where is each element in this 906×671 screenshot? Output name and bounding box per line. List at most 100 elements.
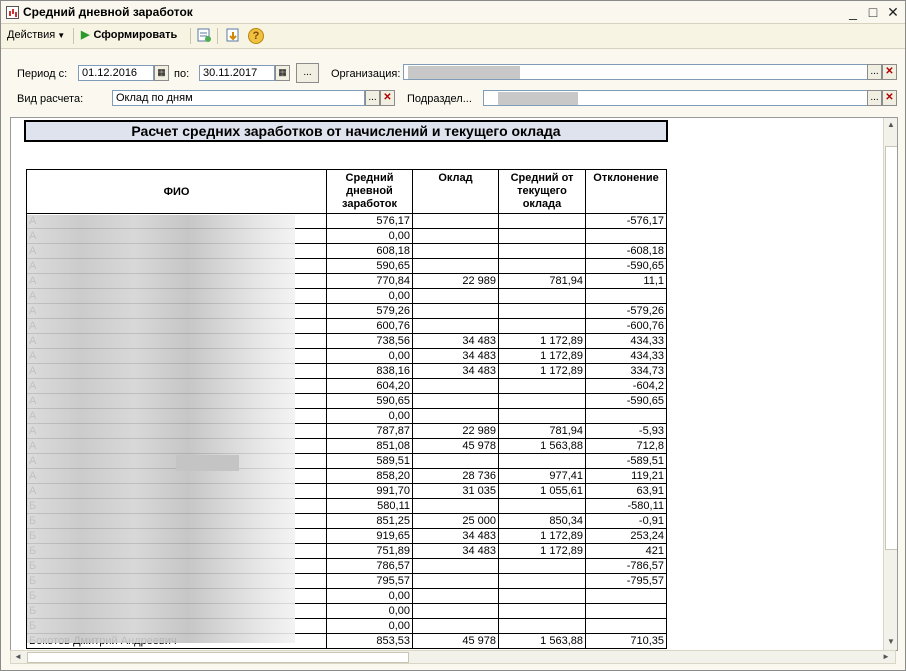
vertical-scrollbar[interactable]: ▲ ▼	[883, 118, 897, 650]
generate-report-button[interactable]: ▶ Сформировать	[81, 28, 177, 41]
cell-deviation	[585, 588, 667, 604]
cell-salary	[412, 573, 499, 589]
calc-type-clear-icon[interactable]: ✕	[380, 90, 395, 106]
cell-avg: 0,00	[326, 348, 413, 364]
scroll-right-icon[interactable]: ►	[879, 651, 893, 663]
cell-avg: 604,20	[326, 378, 413, 394]
report-app-icon	[6, 6, 19, 19]
cell-salary	[412, 243, 499, 259]
cell-avg: 858,20	[326, 468, 413, 484]
cell-avg-current: 1 172,89	[498, 333, 586, 349]
generate-label: Сформировать	[93, 29, 178, 41]
cell-salary: 22 989	[412, 273, 499, 289]
cell-deviation: -604,2	[585, 378, 667, 394]
actions-menu-button[interactable]: Действия ▼	[7, 29, 65, 41]
period-to-field[interactable]: 30.11.2017	[199, 65, 275, 81]
scroll-up-icon[interactable]: ▲	[884, 118, 897, 132]
period-to-label: по:	[174, 68, 190, 80]
cell-avg-current: 1 172,89	[498, 528, 586, 544]
cell-avg-current: 977,41	[498, 468, 586, 484]
cell-deviation: -589,51	[585, 453, 667, 469]
cell-deviation	[585, 603, 667, 619]
organization-label: Организация:	[331, 68, 401, 80]
cell-salary	[412, 393, 499, 409]
period-select-button[interactable]: ...	[296, 63, 319, 83]
period-from-field[interactable]: 01.12.2016	[78, 65, 154, 81]
cell-avg-current	[498, 573, 586, 589]
help-icon[interactable]: ?	[248, 28, 264, 44]
redacted-organization	[408, 66, 520, 79]
cell-deviation	[585, 618, 667, 634]
cell-salary	[412, 618, 499, 634]
save-settings-icon[interactable]	[225, 27, 241, 43]
column-header-avg-current: Средний от текущего оклада	[498, 169, 586, 214]
cell-avg-current	[498, 408, 586, 424]
cell-deviation: 253,24	[585, 528, 667, 544]
toolbar-divider	[190, 28, 191, 44]
scroll-down-icon[interactable]: ▼	[884, 635, 897, 649]
cell-avg: 0,00	[326, 228, 413, 244]
cell-avg: 851,08	[326, 438, 413, 454]
report-spreadsheet[interactable]: Расчет средних заработков от начислений …	[10, 117, 898, 651]
cell-avg-current	[498, 558, 586, 574]
cell-avg-current	[498, 618, 586, 634]
cell-deviation	[585, 228, 667, 244]
calc-type-field[interactable]: Оклад по дням	[112, 90, 365, 106]
cell-salary: 45 978	[412, 633, 499, 649]
cell-salary: 28 736	[412, 468, 499, 484]
cell-deviation: 712,8	[585, 438, 667, 454]
organization-select-button[interactable]: ...	[867, 64, 882, 80]
organization-clear-icon[interactable]: ✕	[882, 64, 897, 80]
cell-deviation: 710,35	[585, 633, 667, 649]
cell-avg-current	[498, 243, 586, 259]
cell-deviation: -786,57	[585, 558, 667, 574]
cell-deviation: 421	[585, 543, 667, 559]
cell-deviation: -608,18	[585, 243, 667, 259]
cell-salary	[412, 303, 499, 319]
redacted-department	[498, 92, 578, 105]
scroll-thumb[interactable]	[27, 652, 409, 663]
department-select-button[interactable]: ...	[867, 90, 882, 106]
cell-deviation	[585, 288, 667, 304]
cell-salary	[412, 498, 499, 514]
calc-type-label: Вид расчета:	[17, 93, 84, 105]
cell-deviation: -0,91	[585, 513, 667, 529]
cell-avg-current	[498, 498, 586, 514]
cell-deviation: 434,33	[585, 333, 667, 349]
cell-avg: 738,56	[326, 333, 413, 349]
report-title: Расчет средних заработков от начислений …	[24, 120, 668, 142]
cell-avg-current: 1 055,61	[498, 483, 586, 499]
scroll-thumb[interactable]	[885, 146, 897, 550]
play-icon: ▶	[81, 29, 90, 41]
department-label: Подраздел...	[407, 93, 472, 105]
department-clear-icon[interactable]: ✕	[882, 90, 897, 106]
department-field[interactable]	[483, 90, 868, 106]
cell-avg: 600,76	[326, 318, 413, 334]
organization-field[interactable]	[403, 64, 868, 80]
cell-deviation: -579,26	[585, 303, 667, 319]
maximize-button[interactable]: □	[865, 4, 881, 20]
cell-avg-current: 1 563,88	[498, 438, 586, 454]
column-header-salary: Оклад	[412, 169, 499, 214]
column-header-deviation: Отклонение	[585, 169, 667, 214]
cell-avg: 770,84	[326, 273, 413, 289]
cell-avg: 787,87	[326, 423, 413, 439]
report-settings-icon[interactable]	[196, 27, 212, 43]
horizontal-scrollbar[interactable]: ◄ ►	[10, 650, 896, 664]
cell-deviation: -576,17	[585, 213, 667, 229]
cell-avg-current	[498, 213, 586, 229]
close-button[interactable]: ✕	[885, 4, 901, 20]
toolbar-divider	[217, 28, 218, 44]
cell-salary: 34 483	[412, 363, 499, 379]
cell-salary: 34 483	[412, 348, 499, 364]
chevron-down-icon: ▼	[57, 31, 66, 40]
cell-avg-current	[498, 588, 586, 604]
cell-avg-current	[498, 288, 586, 304]
calendar-icon[interactable]: ▦	[275, 65, 290, 81]
scroll-left-icon[interactable]: ◄	[11, 651, 25, 663]
period-from-label: Период с:	[17, 68, 68, 80]
minimize-button[interactable]: _	[845, 4, 861, 20]
calc-type-select-button[interactable]: ...	[365, 90, 380, 106]
calendar-icon[interactable]: ▦	[154, 65, 169, 81]
window-title: Средний дневной заработок	[23, 5, 193, 19]
